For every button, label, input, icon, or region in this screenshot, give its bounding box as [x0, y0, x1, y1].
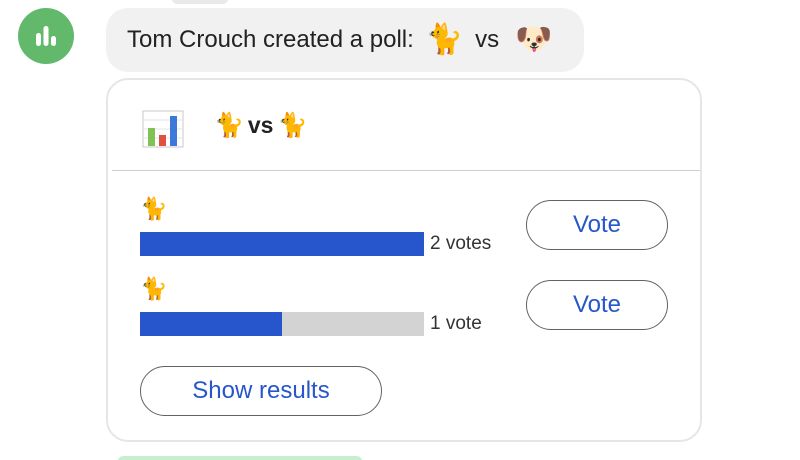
vote-progress-bar — [140, 312, 424, 336]
vote-button[interactable]: Vote — [526, 280, 668, 330]
vote-progress-bar — [140, 232, 424, 256]
cat-emoji: 🐈 — [140, 196, 168, 221]
message-vs: vs — [475, 26, 500, 53]
vote-progress-fill — [140, 232, 424, 256]
cat-emoji: 🐈 — [140, 276, 168, 301]
bot-avatar[interactable] — [18, 8, 74, 64]
next-message-remnant — [118, 456, 362, 460]
poll-bars-icon — [36, 26, 56, 46]
dog-emoji: 🐶 — [515, 23, 553, 56]
message-bubble: Tom Crouch created a poll: 🐈 vs 🐶 — [106, 8, 584, 72]
vote-progress-fill — [140, 312, 282, 336]
previous-message-remnant — [172, 0, 228, 4]
header-divider — [112, 170, 700, 171]
vote-count: 2 votes — [430, 233, 492, 254]
poll-header: 🐈 vs 🐈 — [108, 80, 700, 172]
chat-view: Tom Crouch created a poll: 🐈 vs 🐶 🐈 vs 🐈 — [0, 0, 800, 460]
poll-option: 🐈 1 vote Vote — [108, 278, 700, 342]
cat-emoji: 🐈 — [214, 111, 244, 139]
message-text: Tom Crouch created a poll: — [127, 26, 414, 53]
poll-title-vs: vs — [247, 112, 274, 138]
cat-emoji: 🐈 — [425, 23, 464, 56]
poll-option: 🐈 2 votes Vote — [108, 198, 700, 262]
vote-count: 1 vote — [430, 313, 482, 334]
cat-emoji: 🐈 — [277, 111, 308, 139]
poll-card: 🐈 vs 🐈 🐈 2 votes Vote 🐈 1 vote Vote Show… — [106, 78, 702, 442]
bar-chart-icon — [142, 110, 184, 148]
vote-button[interactable]: Vote — [526, 200, 668, 250]
show-results-button[interactable]: Show results — [140, 366, 382, 416]
poll-title: 🐈 vs 🐈 — [214, 112, 307, 139]
